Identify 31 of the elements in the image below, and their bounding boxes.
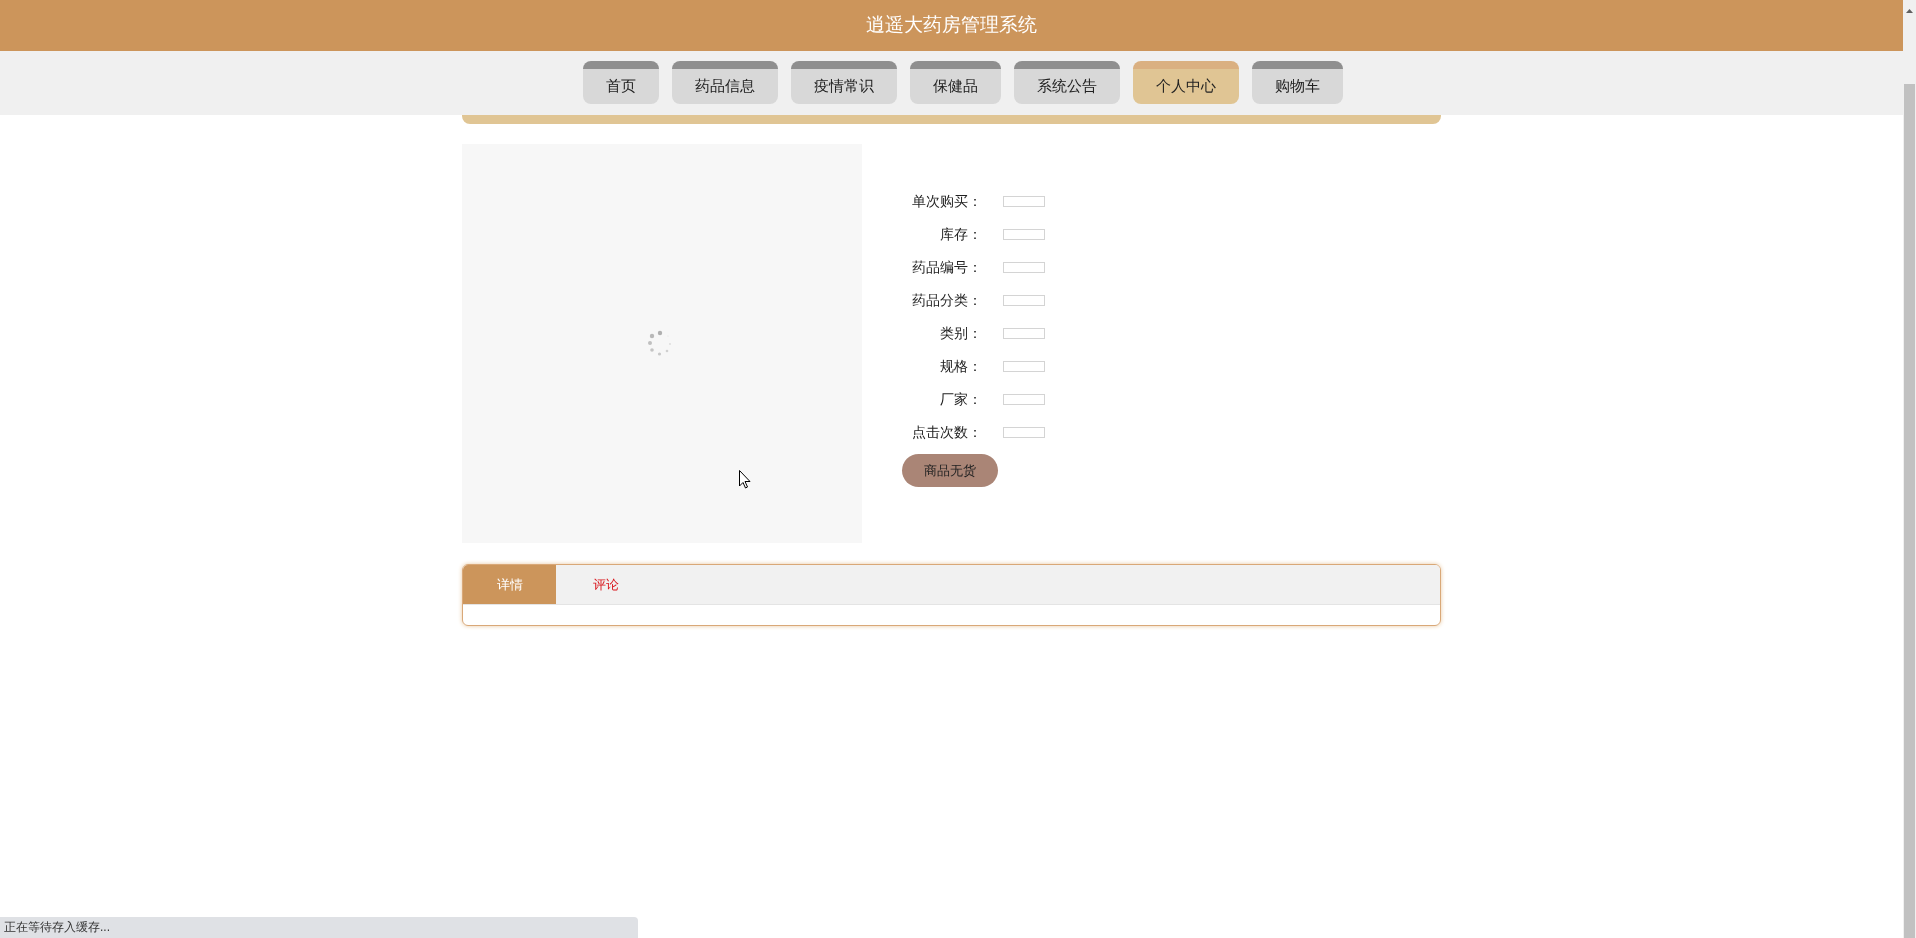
scroll-up-icon[interactable] bbox=[1906, 9, 1913, 13]
scrollbar[interactable] bbox=[1903, 0, 1916, 938]
input-field[interactable] bbox=[1003, 394, 1045, 405]
nav-tab[interactable]: 购物车 bbox=[1251, 61, 1343, 104]
input-field[interactable] bbox=[1003, 295, 1045, 306]
input-field[interactable] bbox=[1003, 361, 1045, 372]
nav-tab[interactable]: 保健品 bbox=[909, 61, 1001, 104]
scrollbar-thumb[interactable] bbox=[1904, 84, 1915, 938]
nav-tab[interactable]: 疫情常识 bbox=[790, 61, 897, 104]
field-label: 类别： bbox=[939, 324, 982, 343]
field-label: 点击次数： bbox=[911, 423, 982, 442]
input-field[interactable] bbox=[1003, 262, 1045, 273]
field-label: 单次购买： bbox=[911, 192, 982, 211]
input-field[interactable] bbox=[1003, 196, 1045, 207]
input-field[interactable] bbox=[1003, 229, 1045, 240]
field-label: 药品分类： bbox=[911, 291, 982, 310]
site-title: 逍遥大药房管理系统 bbox=[866, 13, 1037, 38]
field-label: 规格： bbox=[939, 357, 982, 376]
status-bar: 正在等待存入缓存... bbox=[0, 917, 638, 938]
nav-tab[interactable]: 药品信息 bbox=[671, 61, 778, 104]
field-label: 库存： bbox=[939, 225, 982, 244]
tab[interactable]: 评论 bbox=[556, 565, 655, 604]
field-label: 厂家： bbox=[939, 390, 982, 409]
nav-tab[interactable]: 系统公告 bbox=[1013, 61, 1120, 104]
out-of-stock-button[interactable]: 商品无货 bbox=[902, 454, 998, 487]
nav-tab[interactable]: 首页 bbox=[582, 61, 659, 104]
cursor-icon bbox=[739, 470, 751, 489]
input-field[interactable] bbox=[1003, 427, 1045, 438]
input-field[interactable] bbox=[1003, 328, 1045, 339]
nav-tab[interactable]: 个人中心 bbox=[1132, 61, 1239, 104]
field-label: 药品编号： bbox=[911, 258, 982, 277]
